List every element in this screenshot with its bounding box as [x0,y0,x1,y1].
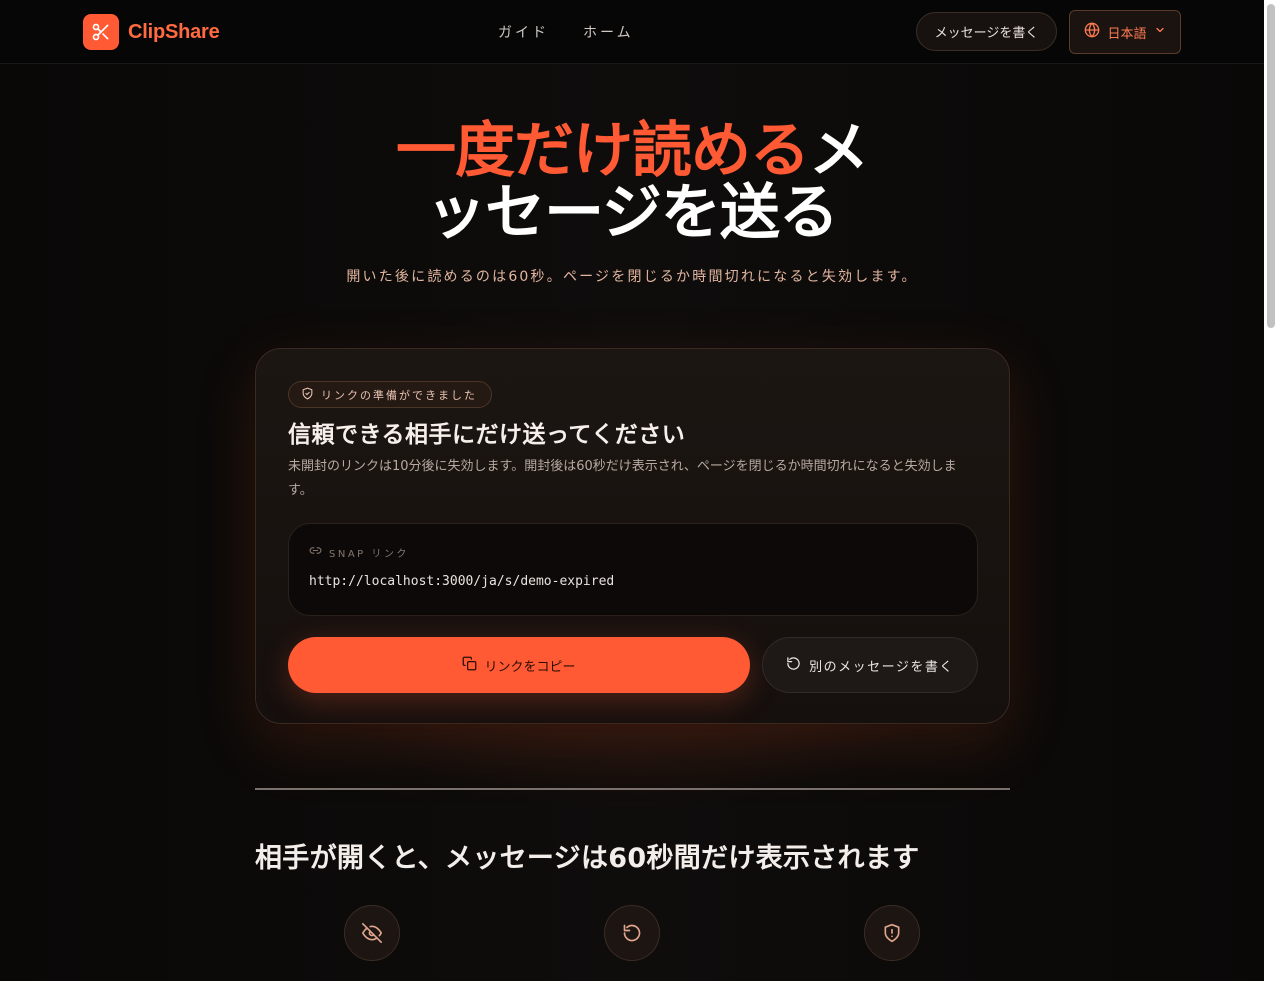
hero-title-accent: 一度だけ読める [396,116,810,186]
hero-subtitle: 開いた後に読めるのは60秒。ページを閉じるか時間切れになると失効します。 [346,269,918,285]
shield-icon [301,387,314,403]
copy-icon [462,656,477,675]
status-badge-label: リンクの準備ができました [321,388,477,402]
nav-home-link[interactable]: ホーム [583,22,634,42]
chevron-down-icon [1154,24,1166,40]
nav-guide-link[interactable]: ガイド [498,22,549,42]
snap-link-label-text: SNAP リンク [329,548,409,560]
language-selector[interactable]: 日本語 [1069,10,1181,54]
hero-title-rest: メ [809,116,869,186]
section-title: 相手が開くと、メッセージは60秒間だけ表示されます [255,843,920,874]
copy-link-button[interactable]: リンクをコピー [288,637,750,693]
link-ready-card: リンクの準備ができました 信頼できる相手にだけ送ってください 未開封のリンクは1… [255,348,1010,724]
eye-off-icon [344,905,400,961]
snap-link-box[interactable]: SNAP リンク http://localhost:3000/ja/s/demo… [288,523,978,616]
section-divider [255,788,1010,790]
language-label: 日本語 [1107,26,1147,42]
compose-message-button[interactable]: メッセージを書く [916,12,1057,51]
brand-link[interactable]: ClipShare [83,14,220,50]
copy-link-label: リンクをコピー [484,659,576,675]
snap-link-url[interactable]: http://localhost:3000/ja/s/demo-expired [309,574,614,589]
rotate-icon [604,905,660,961]
write-another-message-button[interactable]: 別のメッセージを書く [762,637,978,693]
page: ClipShare ガイド ホーム メッセージを書く 日本語 一度だけ読めるメ … [0,0,1280,981]
refresh-icon [786,656,801,675]
shield-alert-icon [864,905,920,961]
write-another-message-label: 別のメッセージを書く [809,659,954,675]
globe-icon [1084,22,1100,42]
hero-title-line2: ッセージを送る [426,178,839,248]
scrollbar-thumb[interactable] [1267,4,1275,328]
card-description: 未開封のリンクは10分後に失効します。開封後は60秒だけ表示され、ページを閉じる… [288,459,957,498]
scissors-icon [83,14,119,50]
top-header: ClipShare ガイド ホーム メッセージを書く 日本語 [0,0,1264,64]
main-nav: ガイド ホーム [498,22,634,42]
hero-title: 一度だけ読めるメ ッセージを送る [0,120,1264,244]
link-icon [309,544,322,560]
snap-link-label: SNAP リンク [309,544,409,560]
brand-name: ClipShare [128,20,220,43]
status-badge: リンクの準備ができました [288,381,492,408]
compose-message-label: メッセージを書く [934,26,1039,41]
card-title: 信頼できる相手にだけ送ってください [288,422,686,448]
